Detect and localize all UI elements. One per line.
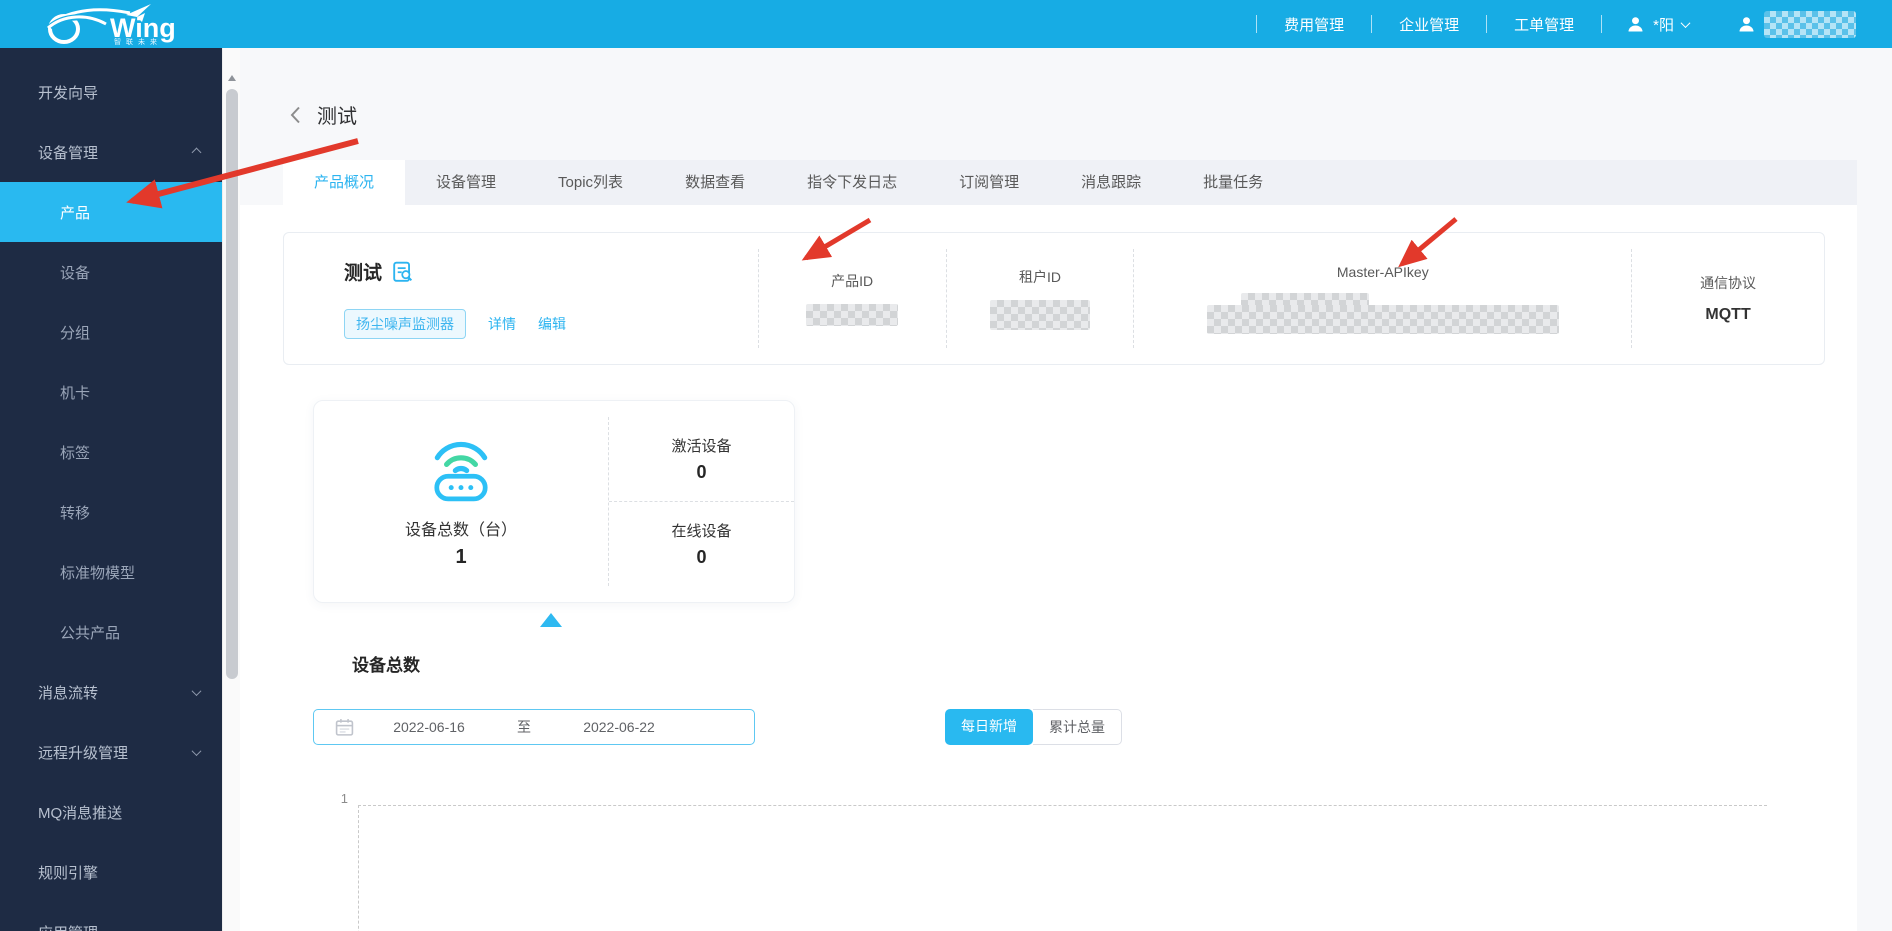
nav-item-workorder[interactable]: 工单管理 <box>1487 14 1601 35</box>
tab-bar: 产品概况 设备管理 Topic列表 数据查看 指令下发日志 订阅管理 消息跟踪 … <box>283 160 1857 205</box>
sidebar-item-message-flow[interactable]: 消息流转 <box>0 662 222 722</box>
online-devices-value: 0 <box>696 547 707 567</box>
tab-topic-list[interactable]: Topic列表 <box>527 160 654 205</box>
nav-item-enterprise[interactable]: 企业管理 <box>1372 14 1486 35</box>
calendar-icon <box>335 718 354 737</box>
chart-mode-toggle: 每日新增 累计总量 <box>945 709 1122 745</box>
toggle-daily-new-button[interactable]: 每日新增 <box>945 709 1033 745</box>
tenant-id-label: 租户ID <box>1019 269 1062 285</box>
tab-device-mgmt[interactable]: 设备管理 <box>405 160 527 205</box>
chart-y-tick: 1 <box>340 791 348 806</box>
card-pointer-triangle <box>540 613 562 627</box>
sidebar-item-transfer[interactable]: 转移 <box>0 482 222 542</box>
activated-devices-value: 0 <box>696 462 707 482</box>
master-apikey-field: Master-APIkey <box>1133 249 1631 348</box>
masked-account-name <box>1764 10 1856 38</box>
chevron-down-icon <box>191 685 202 696</box>
masked-apikey-fragment <box>1206 304 1559 334</box>
sidebar-item-sim[interactable]: 机卡 <box>0 362 222 422</box>
sidebar-menu: 开发向导 设备管理 产品 设备 分组 机卡 标签 转移 标准物模型 公共产品 消… <box>0 48 222 931</box>
sidebar-item-group[interactable]: 分组 <box>0 302 222 362</box>
tab-product-overview[interactable]: 产品概况 <box>283 160 406 205</box>
chart-section-title: 设备总数 <box>352 656 420 675</box>
activated-devices-label: 激活设备 <box>671 438 732 455</box>
tab-content-panel: 测试 扬尘噪声监测器 详情 编辑 产品ID 租户ID Master-APIkey… <box>240 205 1857 931</box>
sidebar-scrollbar[interactable] <box>222 48 240 931</box>
product-type-tag: 扬尘噪声监测器 <box>344 309 466 339</box>
sidebar-item-ota[interactable]: 远程升级管理 <box>0 722 222 782</box>
date-range-separator: 至 <box>517 719 531 735</box>
date-end-value[interactable]: 2022-06-22 <box>544 719 694 735</box>
product-info-card: 测试 扬尘噪声监测器 详情 编辑 产品ID 租户ID Master-APIkey… <box>283 232 1825 365</box>
toggle-cumulative-button[interactable]: 累计总量 <box>1033 709 1122 745</box>
device-total-value: 1 <box>455 546 467 568</box>
tab-subscription[interactable]: 订阅管理 <box>928 160 1050 205</box>
chart-plot-area <box>358 805 1767 931</box>
product-id-label: 产品ID <box>831 273 874 289</box>
scrollbar-thumb[interactable] <box>225 89 238 679</box>
masked-apikey-fragment <box>1240 292 1369 306</box>
product-summary: 测试 扬尘噪声监测器 详情 编辑 <box>284 233 758 364</box>
brand-logo[interactable]: Wing 智联未来 <box>38 1 208 47</box>
tab-message-trace[interactable]: 消息跟踪 <box>1050 160 1172 205</box>
device-total-label: 设备总数（台） <box>404 522 517 539</box>
sidebar: 开发向导 设备管理 产品 设备 分组 机卡 标签 转移 标准物模型 公共产品 消… <box>0 48 222 931</box>
protocol-label: 通信协议 <box>1700 275 1757 291</box>
masked-tenant-id-value <box>990 300 1091 330</box>
document-search-icon[interactable] <box>392 261 414 283</box>
sidebar-item-mq-push[interactable]: MQ消息推送 <box>0 782 222 842</box>
master-apikey-label: Master-APIkey <box>1336 263 1429 280</box>
protocol-value: MQTT <box>1705 306 1751 323</box>
date-start-value[interactable]: 2022-06-16 <box>354 719 504 735</box>
page-title-row: 测试 <box>290 100 357 129</box>
page-title: 测试 <box>317 106 357 128</box>
scrollbar-up-arrow-icon[interactable] <box>227 75 236 81</box>
online-devices-cell: 在线设备 0 <box>609 501 794 586</box>
edit-link[interactable]: 编辑 <box>538 314 566 334</box>
date-range-picker[interactable]: 2022-06-16 至 2022-06-22 <box>313 709 755 745</box>
device-substats: 激活设备 0 在线设备 0 <box>608 417 794 586</box>
nav-item-billing[interactable]: 费用管理 <box>1257 14 1371 35</box>
tenant-id-field: 租户ID <box>945 249 1134 348</box>
product-name: 测试 <box>344 263 383 284</box>
device-stats-card[interactable]: 设备总数（台） 1 激活设备 0 在线设备 0 <box>313 400 795 603</box>
back-chevron-icon <box>290 106 300 123</box>
chevron-down-icon <box>191 745 202 756</box>
device-wifi-icon <box>434 441 488 502</box>
user-name: *阳 <box>1653 16 1674 34</box>
back-button[interactable] <box>290 106 301 124</box>
chevron-up-icon <box>191 147 202 157</box>
logo-subtitle: 智联未来 <box>114 39 162 46</box>
sidebar-item-device-mgmt[interactable]: 设备管理 <box>0 122 222 182</box>
account-menu[interactable] <box>1713 10 1856 38</box>
sidebar-item-standard-model[interactable]: 标准物模型 <box>0 542 222 602</box>
masked-product-id-value <box>806 304 899 326</box>
activated-devices-cell: 激活设备 0 <box>609 417 794 501</box>
sidebar-item-device[interactable]: 设备 <box>0 242 222 302</box>
online-devices-label: 在线设备 <box>671 523 732 540</box>
sidebar-item-product[interactable]: 产品 <box>0 182 222 242</box>
sidebar-item-tag[interactable]: 标签 <box>0 422 222 482</box>
detail-link[interactable]: 详情 <box>488 314 516 334</box>
user-icon <box>1628 16 1643 31</box>
sidebar-item-app-mgmt[interactable]: 应用管理 <box>0 902 222 931</box>
user-menu[interactable]: *阳 <box>1602 14 1713 35</box>
tab-command-log[interactable]: 指令下发日志 <box>776 160 928 205</box>
masked-apikey-value <box>1206 292 1559 334</box>
product-id-field: 产品ID <box>757 249 946 348</box>
chevron-down-icon <box>1680 17 1691 28</box>
protocol-field: 通信协议 MQTT <box>1631 249 1824 348</box>
tab-data-view[interactable]: 数据查看 <box>654 160 776 205</box>
sidebar-item-public-product[interactable]: 公共产品 <box>0 602 222 662</box>
main-content: 测试 产品概况 设备管理 Topic列表 数据查看 指令下发日志 订阅管理 消息… <box>240 48 1892 931</box>
device-total-block: 设备总数（台） 1 <box>314 401 608 602</box>
app-header: Wing 智联未来 费用管理 企业管理 工单管理 *阳 <box>0 0 1892 48</box>
sidebar-item-dev-guide[interactable]: 开发向导 <box>0 62 222 122</box>
sidebar-item-rule-engine[interactable]: 规则引擎 <box>0 842 222 902</box>
tab-batch-task[interactable]: 批量任务 <box>1172 160 1294 205</box>
user-icon <box>1739 16 1754 31</box>
header-nav: 费用管理 企业管理 工单管理 *阳 <box>1256 0 1856 48</box>
